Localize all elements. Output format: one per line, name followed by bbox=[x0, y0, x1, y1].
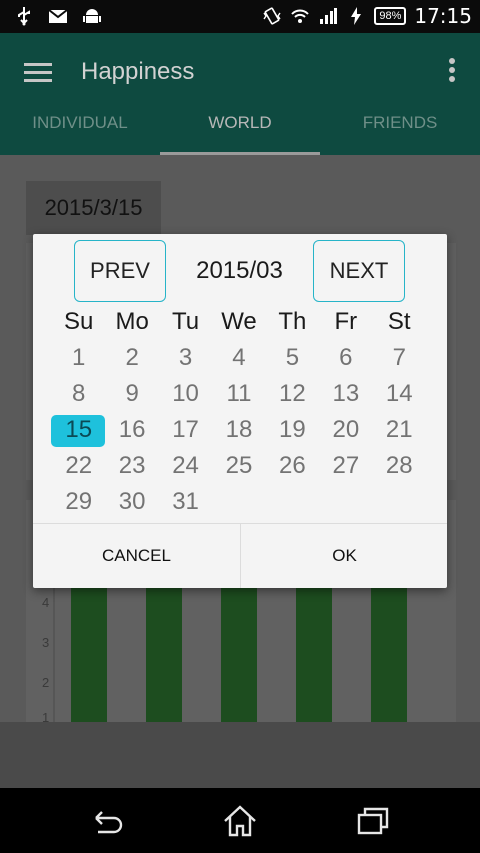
weekday-label: St bbox=[387, 308, 411, 335]
day-cell[interactable]: 14 bbox=[373, 376, 426, 412]
day-cell-selected[interactable]: 15 bbox=[50, 412, 106, 448]
week-row: 22 23 24 25 26 27 28 bbox=[52, 448, 426, 484]
day-cell[interactable]: 12 bbox=[266, 376, 319, 412]
recent-apps-icon[interactable] bbox=[355, 804, 391, 838]
day-cell[interactable]: 17 bbox=[159, 412, 212, 448]
next-month-button[interactable]: NEXT bbox=[313, 240, 405, 302]
day-cell[interactable]: 18 bbox=[212, 412, 265, 448]
day-cell[interactable]: 26 bbox=[266, 448, 319, 484]
cancel-button[interactable]: CANCEL bbox=[33, 524, 240, 588]
current-month-label: 2015/03 bbox=[196, 257, 283, 284]
gmail-icon bbox=[48, 9, 68, 23]
signal-icon bbox=[320, 8, 338, 24]
app-title: Happiness bbox=[81, 58, 195, 85]
day-cell[interactable]: 30 bbox=[105, 484, 158, 520]
tab-individual[interactable]: INDIVIDUAL bbox=[0, 109, 160, 155]
weekday-label: Su bbox=[64, 308, 94, 335]
tab-bar: INDIVIDUAL WORLD FRIENDS bbox=[0, 109, 480, 155]
day-cell[interactable]: 13 bbox=[319, 376, 372, 412]
day-cell[interactable]: 29 bbox=[52, 484, 105, 520]
home-icon[interactable] bbox=[222, 804, 258, 838]
prev-month-button[interactable]: PREV bbox=[74, 240, 166, 302]
day-cell[interactable]: 5 bbox=[266, 340, 319, 376]
date-picker-dialog: PREV 2015/03 NEXT Su Mo Tu We Th Fr St 1… bbox=[33, 234, 447, 588]
day-cell[interactable]: 10 bbox=[159, 376, 212, 412]
clock: 17:15 bbox=[414, 4, 472, 28]
vibrate-icon bbox=[263, 7, 281, 25]
day-cell[interactable]: 28 bbox=[373, 448, 426, 484]
day-cell-empty bbox=[319, 484, 372, 520]
day-cell[interactable]: 6 bbox=[319, 340, 372, 376]
day-cell[interactable]: 2 bbox=[105, 340, 158, 376]
day-cell[interactable]: 16 bbox=[105, 412, 158, 448]
week-row: 15 16 17 18 19 20 21 bbox=[50, 412, 426, 448]
day-cell[interactable]: 24 bbox=[159, 448, 212, 484]
day-cell[interactable]: 8 bbox=[52, 376, 105, 412]
day-cell[interactable]: 7 bbox=[373, 340, 426, 376]
day-cell[interactable]: 1 bbox=[52, 340, 105, 376]
overflow-menu-icon[interactable] bbox=[448, 57, 456, 83]
day-cell-empty bbox=[266, 484, 319, 520]
day-cell[interactable]: 22 bbox=[52, 448, 105, 484]
day-cell[interactable]: 3 bbox=[159, 340, 212, 376]
day-cell[interactable]: 19 bbox=[266, 412, 319, 448]
y-tick-label: 2 bbox=[42, 675, 49, 690]
weekday-label: Mo bbox=[115, 308, 149, 335]
android-icon bbox=[83, 9, 101, 23]
back-icon[interactable] bbox=[90, 804, 126, 838]
weekday-label: We bbox=[221, 308, 257, 335]
system-nav-bar bbox=[0, 788, 480, 853]
day-cell-empty bbox=[212, 484, 265, 520]
week-row: 8 9 10 11 12 13 14 bbox=[52, 376, 426, 412]
calendar-grid: Su Mo Tu We Th Fr St 1 2 3 4 5 6 7 8 9 1… bbox=[50, 304, 426, 520]
battery-indicator: 98% bbox=[374, 7, 407, 25]
day-cell[interactable]: 21 bbox=[373, 412, 426, 448]
app-bar: Happiness INDIVIDUAL WORLD FRIENDS bbox=[0, 33, 480, 155]
day-cell[interactable]: 9 bbox=[105, 376, 158, 412]
charging-icon bbox=[351, 7, 362, 25]
bottom-panel bbox=[0, 722, 480, 788]
wifi-icon bbox=[291, 9, 310, 23]
tab-world[interactable]: WORLD bbox=[160, 109, 320, 155]
day-cell-empty bbox=[373, 484, 426, 520]
y-tick-label: 1 bbox=[42, 710, 49, 722]
selected-day-number: 15 bbox=[65, 416, 93, 443]
status-bar: 98% 17:15 bbox=[0, 0, 480, 33]
weekday-label: Fr bbox=[334, 308, 358, 335]
usb-icon bbox=[18, 7, 30, 26]
date-selector[interactable]: 2015/3/15 bbox=[26, 181, 161, 235]
hamburger-menu-icon[interactable] bbox=[24, 61, 52, 83]
tab-friends[interactable]: FRIENDS bbox=[320, 109, 480, 155]
day-cell[interactable]: 4 bbox=[212, 340, 265, 376]
day-cell[interactable]: 20 bbox=[319, 412, 372, 448]
y-tick-label: 3 bbox=[42, 635, 49, 650]
ok-button[interactable]: OK bbox=[241, 524, 448, 588]
y-tick-label: 4 bbox=[42, 595, 49, 610]
day-cell[interactable]: 27 bbox=[319, 448, 372, 484]
weekday-label: Tu bbox=[171, 308, 200, 335]
weekday-header-row: Su Mo Tu We Th Fr St bbox=[52, 304, 426, 340]
weekday-label: Th bbox=[278, 308, 307, 335]
week-row: 29 30 31 bbox=[52, 484, 426, 520]
week-row: 1 2 3 4 5 6 7 bbox=[52, 340, 426, 376]
day-cell[interactable]: 31 bbox=[159, 484, 212, 520]
day-cell[interactable]: 11 bbox=[212, 376, 265, 412]
day-cell[interactable]: 23 bbox=[105, 448, 158, 484]
day-cell[interactable]: 25 bbox=[212, 448, 265, 484]
